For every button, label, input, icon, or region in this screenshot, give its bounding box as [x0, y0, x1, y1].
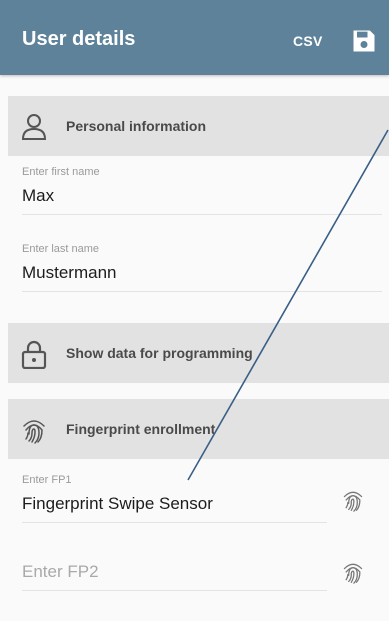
- last-name-hint: Enter last name: [22, 243, 100, 255]
- last-name-field[interactable]: Enter last name Mustermann: [22, 243, 382, 292]
- last-name-value[interactable]: Mustermann: [22, 263, 382, 283]
- annotation-line: [187, 129, 389, 481]
- section-label: Personal information: [66, 118, 207, 134]
- fp2-placeholder[interactable]: Enter FP2: [22, 562, 327, 582]
- fp1-underline: [22, 522, 327, 523]
- first-name-hint: Enter first name: [22, 166, 100, 178]
- first-name-field[interactable]: Enter first name Max: [22, 166, 382, 215]
- first-name-value[interactable]: Max: [22, 186, 382, 206]
- csv-button[interactable]: CSV: [293, 33, 323, 49]
- person-icon: [21, 114, 47, 140]
- save-icon[interactable]: [350, 27, 378, 55]
- fingerprint-icon[interactable]: [341, 558, 365, 586]
- fp1-hint: Enter FP1: [22, 474, 72, 486]
- fingerprint-icon[interactable]: [341, 486, 365, 514]
- section-personal-information: Personal information: [8, 96, 389, 156]
- section-label: Show data for programming: [66, 345, 253, 361]
- app-bar: User details CSV: [0, 0, 389, 75]
- fp2-field[interactable]: Enter FP2: [22, 562, 327, 591]
- lock-icon: [21, 340, 47, 369]
- section-label: Fingerprint enrollment: [66, 421, 216, 437]
- section-show-data-for-programming[interactable]: Show data for programming: [8, 323, 389, 383]
- last-name-underline: [22, 291, 382, 292]
- fingerprint-icon: [23, 420, 45, 444]
- page-title: User details: [22, 28, 136, 50]
- fp1-value[interactable]: Fingerprint Swipe Sensor: [22, 494, 327, 514]
- fp1-field[interactable]: Enter FP1 Fingerprint Swipe Sensor: [22, 474, 327, 523]
- section-fingerprint-enrollment: Fingerprint enrollment: [8, 399, 389, 459]
- first-name-underline: [22, 214, 382, 215]
- fp2-underline: [22, 590, 327, 591]
